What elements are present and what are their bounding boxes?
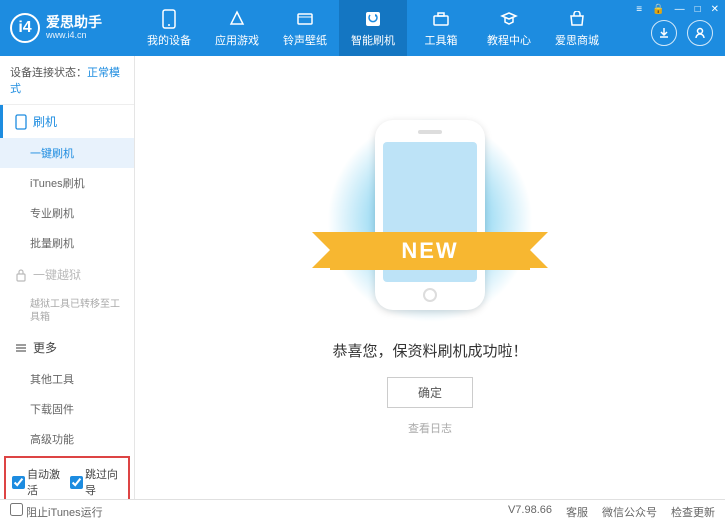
success-message: 恭喜您，保资料刷机成功啦！ [332,340,527,361]
logo-area: i4 爱思助手 www.i4.cn [10,13,135,43]
new-ribbon: NEW [330,232,530,270]
user-button[interactable] [687,20,713,46]
sidebar: 设备连接状态：正常模式 刷机 一键刷机 iTunes刷机 专业刷机 批量刷机 一… [0,56,135,499]
version-label: V7.98.66 [508,504,552,520]
sidebar-item-batch[interactable]: 批量刷机 [0,228,134,258]
nav-tabs: 我的设备 应用游戏 铃声壁纸 智能刷机 工具箱 教程中心 爱思商城 [135,0,611,56]
logo-icon: i4 [10,13,40,43]
tab-tutorial[interactable]: 教程中心 [475,0,543,56]
check-update-link[interactable]: 检查更新 [671,504,715,520]
tab-store[interactable]: 爱思商城 [543,0,611,56]
checkbox-skip-guide[interactable]: 跳过向导 [70,466,122,498]
sidebar-item-oneclick[interactable]: 一键刷机 [0,138,134,168]
support-link[interactable]: 客服 [566,504,588,520]
jailbreak-note: 越狱工具已转移至工具箱 [0,291,134,331]
sidebar-item-advanced[interactable]: 高级功能 [0,424,134,454]
maximize-icon[interactable]: □ [695,4,701,15]
block-itunes-checkbox[interactable]: 阻止iTunes运行 [10,503,103,520]
log-link[interactable]: 查看日志 [408,420,452,436]
download-button[interactable] [651,20,677,46]
ringtone-icon [295,9,315,29]
tab-toolbox[interactable]: 工具箱 [407,0,475,56]
checkbox-row: 自动激活 跳过向导 [4,456,130,499]
sidebar-item-itunes[interactable]: iTunes刷机 [0,168,134,198]
tutorial-icon [499,9,519,29]
device-status: 设备连接状态：正常模式 [0,56,134,105]
minimize-icon[interactable]: — [675,4,685,15]
header: i4 爱思助手 www.i4.cn 我的设备 应用游戏 铃声壁纸 智能刷机 工具… [0,0,725,56]
app-url: www.i4.cn [46,31,102,41]
sidebar-item-other[interactable]: 其他工具 [0,364,134,394]
checkbox-auto-activate[interactable]: 自动激活 [12,466,64,498]
ok-button[interactable]: 确定 [387,377,473,408]
lock-icon [15,268,27,282]
apps-icon [227,9,247,29]
tab-ringtones[interactable]: 铃声壁纸 [271,0,339,56]
sidebar-item-pro[interactable]: 专业刷机 [0,198,134,228]
section-flash[interactable]: 刷机 [0,105,134,138]
phone-icon [15,114,27,130]
tab-flash[interactable]: 智能刷机 [339,0,407,56]
store-icon [567,9,587,29]
tab-apps[interactable]: 应用游戏 [203,0,271,56]
tab-my-device[interactable]: 我的设备 [135,0,203,56]
statusbar: 阻止iTunes运行 V7.98.66 客服 微信公众号 检查更新 [0,499,725,523]
section-jailbreak[interactable]: 一键越狱 [0,258,134,291]
close-icon[interactable]: ✕ [711,4,719,15]
phone-illustration: NEW [350,120,510,320]
app-title: 爱思助手 [46,15,102,30]
menu-icon[interactable]: ≡ [636,4,642,15]
wechat-link[interactable]: 微信公众号 [602,504,657,520]
section-more[interactable]: 更多 [0,331,134,364]
flash-icon [363,9,383,29]
lock-icon[interactable]: 🔒 [652,4,664,15]
device-icon [159,9,179,29]
sidebar-item-firmware[interactable]: 下载固件 [0,394,134,424]
main-content: NEW 恭喜您，保资料刷机成功啦！ 确定 查看日志 [135,56,725,499]
toolbox-icon [431,9,451,29]
window-controls: ≡ 🔒 — □ ✕ [636,4,719,15]
more-icon [15,342,27,354]
